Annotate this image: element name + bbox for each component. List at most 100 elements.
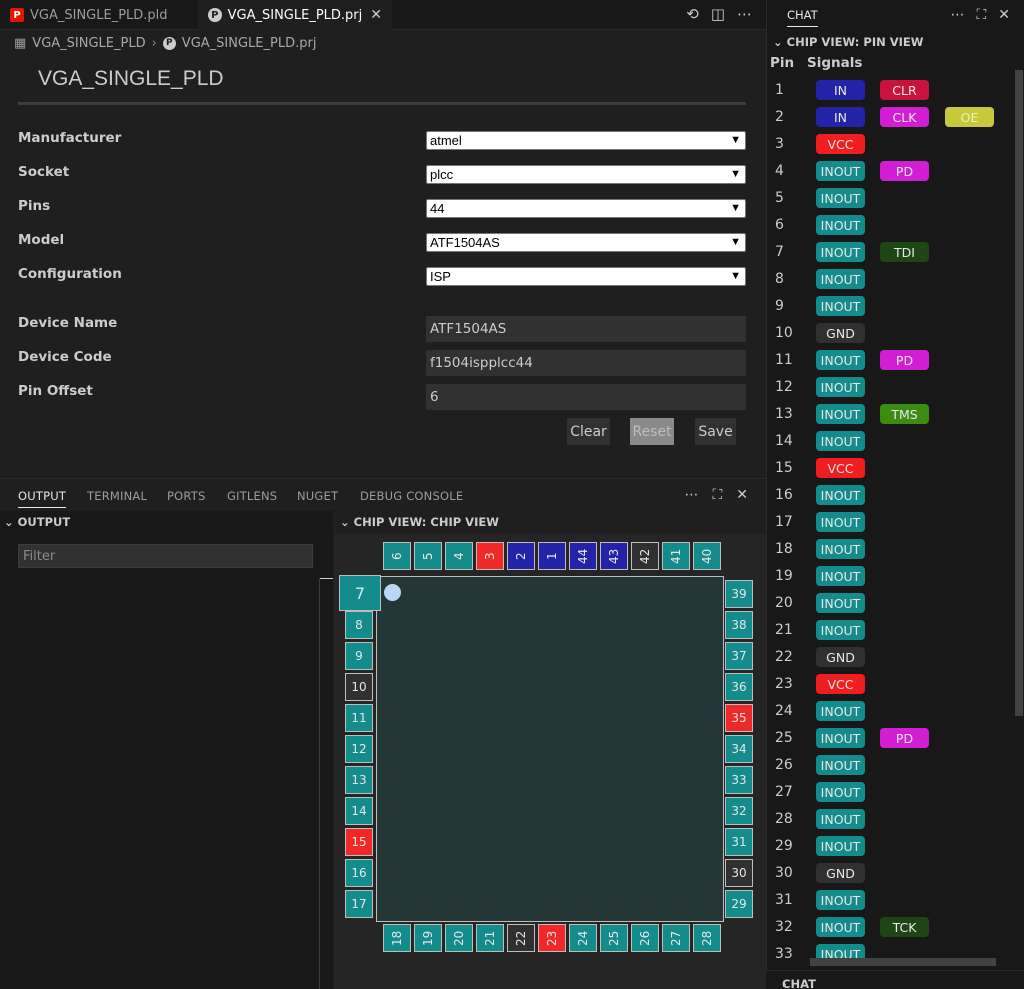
chip-pin-23[interactable]: 23: [538, 924, 566, 952]
chip-pin-42[interactable]: 42: [631, 542, 659, 570]
tab-ports[interactable]: PORTS: [167, 489, 205, 503]
pins-select[interactable]: 44 ▼: [426, 199, 746, 218]
close-icon[interactable]: ✕: [736, 487, 748, 503]
chevron-down-icon: ▼: [730, 202, 741, 214]
chip-pin-8[interactable]: 8: [345, 611, 373, 639]
chip-pin-36[interactable]: 36: [725, 673, 753, 701]
chip-pin-27[interactable]: 27: [662, 924, 690, 952]
chip-pin-9[interactable]: 9: [345, 642, 373, 670]
chip-pin-3[interactable]: 3: [476, 542, 504, 570]
chip-pin-6[interactable]: 6: [383, 542, 411, 570]
split-editor-icon[interactable]: ◫: [711, 5, 725, 23]
chip-pin-39[interactable]: 39: [725, 580, 753, 608]
tab-nuget[interactable]: NUGET: [297, 489, 338, 503]
chat-section-header[interactable]: › CHAT: [766, 970, 1024, 989]
signal-badge-clr: CLR: [880, 80, 929, 100]
pin-row: 2 IN CLK OE: [767, 104, 1017, 131]
tab-terminal[interactable]: TERMINAL: [87, 489, 147, 503]
chip-pin-37[interactable]: 37: [725, 642, 753, 670]
pin-offset-field[interactable]: 6: [426, 384, 746, 410]
chip-view-section-header[interactable]: ⌄ CHIP VIEW: CHIP VIEW: [340, 515, 499, 529]
chip-pin-5[interactable]: 5: [414, 542, 442, 570]
chip-pin-38[interactable]: 38: [725, 611, 753, 639]
chip-pin-20[interactable]: 20: [445, 924, 473, 952]
tab-gitlens[interactable]: GITLENS: [227, 489, 277, 503]
chip-pin-31[interactable]: 31: [725, 828, 753, 856]
chip-pin-17[interactable]: 17: [345, 890, 373, 918]
maximize-icon[interactable]: ⛶: [712, 487, 722, 503]
more-actions-icon[interactable]: ⋯: [737, 5, 752, 23]
chip-pin-7[interactable]: 7: [339, 575, 381, 611]
configuration-select[interactable]: ISP ▼: [426, 267, 746, 286]
chip-pin-44[interactable]: 44: [569, 542, 597, 570]
filter-input[interactable]: Filter: [18, 544, 313, 568]
chip-pin-29[interactable]: 29: [725, 890, 753, 918]
reset-button[interactable]: Reset: [630, 418, 674, 445]
chip-pin-2[interactable]: 2: [507, 542, 535, 570]
chip-pin-22[interactable]: 22: [507, 924, 535, 952]
signal-badge-tck: TCK: [880, 917, 929, 937]
pin-row: 28 INOUT: [767, 806, 1017, 833]
chip-pin-19[interactable]: 19: [414, 924, 442, 952]
pin-number: 20: [775, 595, 793, 611]
chip-pin-1[interactable]: 1: [538, 542, 566, 570]
breadcrumb-folder[interactable]: VGA_SINGLE_PLD: [32, 36, 145, 51]
prj-file-icon: P: [162, 36, 176, 50]
chip-pin-25[interactable]: 25: [600, 924, 628, 952]
output-section-header[interactable]: ⌄ OUTPUT: [4, 515, 70, 529]
tab-output[interactable]: OUTPUT: [18, 489, 67, 508]
tab-debug-console[interactable]: DEBUG CONSOLE: [360, 489, 463, 503]
chip-pin-26[interactable]: 26: [631, 924, 659, 952]
chip-pin-11[interactable]: 11: [345, 704, 373, 732]
device-code-field: f1504ispplcc44: [426, 350, 746, 376]
manufacturer-select[interactable]: atmel ▼: [426, 131, 746, 150]
close-icon[interactable]: ✕: [998, 7, 1010, 23]
chip-pin-33[interactable]: 33: [725, 766, 753, 794]
chip-pin-43[interactable]: 43: [600, 542, 628, 570]
chevron-down-icon: ▼: [730, 134, 741, 146]
tab-chat[interactable]: CHAT: [787, 8, 818, 27]
signal-badge-inout: INOUT: [816, 188, 865, 208]
clear-button[interactable]: Clear: [567, 418, 610, 445]
chip-pin-10[interactable]: 10: [345, 673, 373, 701]
chip-pin-24[interactable]: 24: [569, 924, 597, 952]
maximize-icon[interactable]: ⛶: [976, 7, 986, 23]
signal-badge-tms: TMS: [880, 404, 929, 424]
pane-divider[interactable]: [319, 578, 320, 989]
chip-pin-41[interactable]: 41: [662, 542, 690, 570]
chip-pin-14[interactable]: 14: [345, 797, 373, 825]
close-icon[interactable]: ✕: [370, 7, 382, 23]
chip-pin-12[interactable]: 12: [345, 735, 373, 763]
pin-view-section-header[interactable]: ⌄ CHIP VIEW: PIN VIEW: [773, 35, 923, 49]
chip-pin-35[interactable]: 35: [725, 704, 753, 732]
chip-pin-40[interactable]: 40: [693, 542, 721, 570]
chip-pin-15[interactable]: 15: [345, 828, 373, 856]
chip-pin-18[interactable]: 18: [383, 924, 411, 952]
tab-prj-file[interactable]: P VGA_SINGLE_PLD.prj ✕: [198, 0, 392, 30]
chip-pin-13[interactable]: 13: [345, 766, 373, 794]
chip-pin-32[interactable]: 32: [725, 797, 753, 825]
chip-pin-21[interactable]: 21: [476, 924, 504, 952]
more-actions-icon[interactable]: ⋯: [684, 487, 698, 503]
chip-pin-30[interactable]: 30: [725, 859, 753, 887]
breadcrumb-file[interactable]: VGA_SINGLE_PLD.prj: [182, 36, 317, 51]
tab-pld-file[interactable]: P VGA_SINGLE_PLD.pld: [0, 0, 195, 30]
pin-row: 31 INOUT: [767, 887, 1017, 914]
socket-select[interactable]: plcc ▼: [426, 165, 746, 184]
chip-pin-16[interactable]: 16: [345, 859, 373, 887]
pin-row: 1 IN CLR: [767, 77, 1017, 104]
save-button[interactable]: Save: [695, 418, 736, 445]
more-actions-icon[interactable]: ⋯: [950, 7, 964, 23]
pin-row: 3 VCC: [767, 131, 1017, 158]
pin-row: 27 INOUT: [767, 779, 1017, 806]
vertical-scrollbar[interactable]: [1015, 70, 1023, 716]
chip-pin-34[interactable]: 34: [725, 735, 753, 763]
chip-pin-28[interactable]: 28: [693, 924, 721, 952]
signal-badge-gnd: GND: [816, 323, 865, 343]
model-select[interactable]: ATF1504AS ▼: [426, 233, 746, 252]
signal-badge-inout: INOUT: [816, 350, 865, 370]
signal-badge-oe: OE: [945, 107, 994, 127]
history-icon[interactable]: ⟲: [686, 5, 699, 23]
chip-pin-4[interactable]: 4: [445, 542, 473, 570]
horizontal-scrollbar[interactable]: [810, 958, 996, 966]
